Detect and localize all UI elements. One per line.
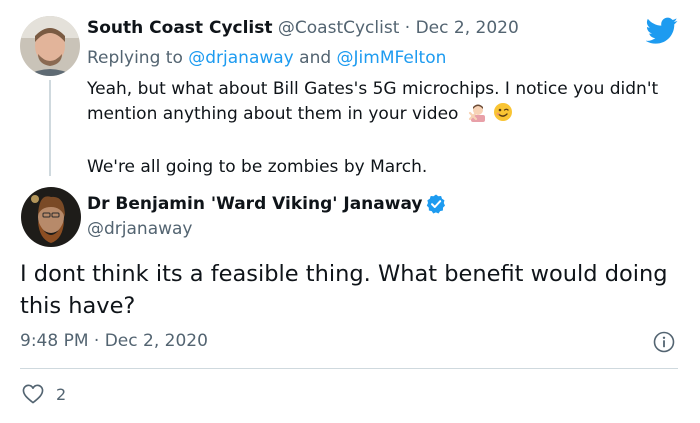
like-count: 2 <box>56 384 67 404</box>
heart-icon[interactable] <box>22 384 44 404</box>
thread-connector-line <box>49 80 51 176</box>
main-author-name[interactable]: Dr Benjamin 'Ward Viking' Janaway <box>87 194 422 214</box>
main-tweet-date: Dec 2, 2020 <box>104 331 208 351</box>
avatar[interactable] <box>20 16 80 76</box>
reply-mention-drjanaway[interactable]: @drjanaway <box>188 48 294 68</box>
avatar[interactable] <box>21 187 81 247</box>
reply-tweet-text: Yeah, but what about Bill Gates's 5G mic… <box>87 77 677 180</box>
reply-author-name[interactable]: South Coast Cyclist <box>87 18 273 38</box>
reply-mention-jimmfelton[interactable]: @JimMFelton <box>337 48 447 68</box>
main-author-handle[interactable]: @drjanaway <box>87 219 193 239</box>
reply-author-handle[interactable]: @CoastCyclist <box>278 18 399 38</box>
info-icon[interactable] <box>653 331 675 353</box>
replying-and-label: and <box>299 48 332 68</box>
verified-badge-icon <box>426 194 446 214</box>
reply-text-1: Yeah, but what about Bill Gates's 5G mic… <box>87 79 659 124</box>
reply-tweet-header: South Coast Cyclist @CoastCyclist · Dec … <box>87 18 519 38</box>
reply-text-paragraph-1: Yeah, but what about Bill Gates's 5G mic… <box>87 77 677 130</box>
twitter-logo-icon <box>645 17 678 45</box>
like-row: 2 <box>22 384 66 404</box>
replying-to-label: Replying to <box>87 48 183 68</box>
main-tweet-separator: · <box>93 331 100 351</box>
main-tweet-text: I dont think its a feasible thing. What … <box>20 261 668 319</box>
winking-face-emoji-icon <box>493 102 513 130</box>
reply-date[interactable]: Dec 2, 2020 <box>416 18 519 38</box>
reply-text-paragraph-2: We're all going to be zombies by March. <box>87 157 428 177</box>
divider <box>20 368 678 369</box>
main-tweet-timestamp[interactable]: 9:48 PM · Dec 2, 2020 <box>20 331 208 351</box>
replying-to-line: Replying to @drjanaway and @JimMFelton <box>87 48 446 68</box>
person-gesturing-no-emoji-icon <box>468 102 488 130</box>
main-tweet-author-row: Dr Benjamin 'Ward Viking' Janaway <box>87 194 446 214</box>
main-tweet-time: 9:48 PM <box>20 331 89 351</box>
reply-separator: · <box>404 18 411 38</box>
